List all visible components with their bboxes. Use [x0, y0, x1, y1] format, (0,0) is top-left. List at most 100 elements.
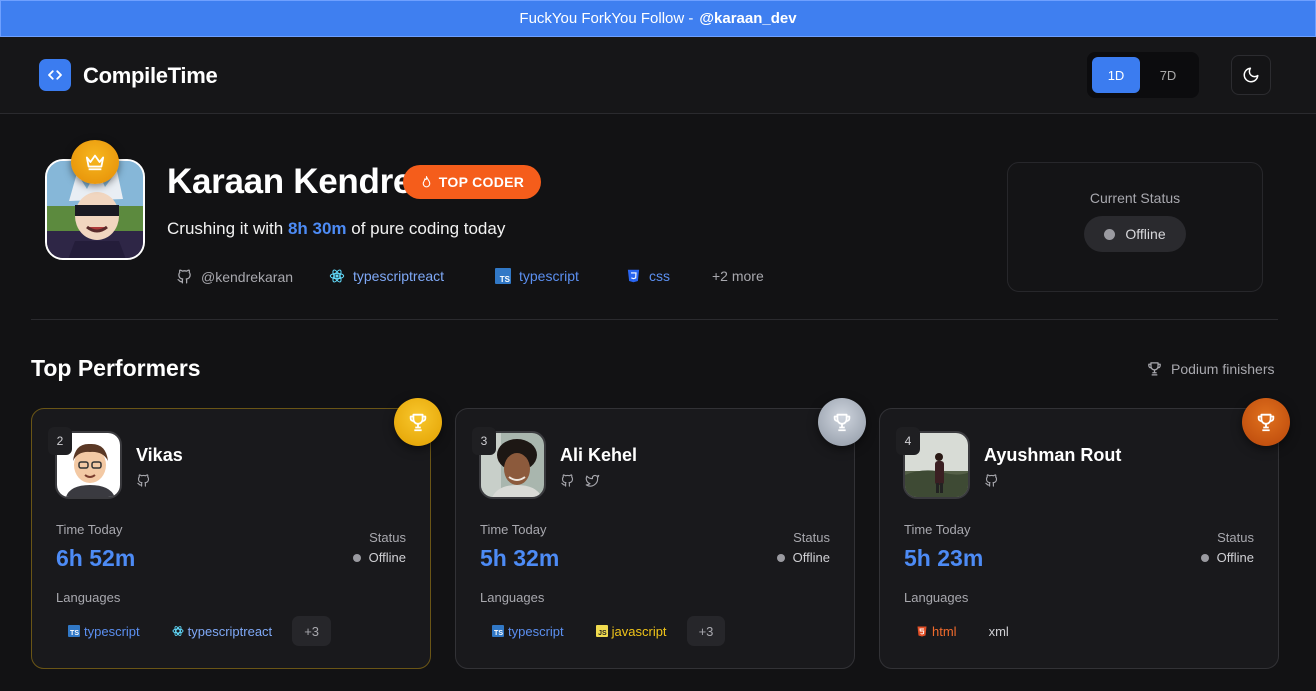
more-languages-chip[interactable]: +3 [686, 616, 726, 646]
tagline-time: 8h 30m [287, 219, 347, 238]
typescript-icon: TS [492, 625, 504, 637]
theme-toggle-button[interactable] [1231, 55, 1271, 95]
status-value: Offline [352, 550, 406, 565]
status-dot [1200, 553, 1209, 562]
languages-list: TS typescript typescriptreact +3 [56, 616, 332, 646]
lang-label: typescriptreact [353, 268, 445, 284]
react-icon [172, 626, 184, 636]
performer-card-ali-kehel[interactable]: 3 Ali Kehel Time Today 5h 32m Status Off… [455, 398, 866, 669]
lang-chip: TS typescript [56, 616, 152, 646]
github-icon [137, 474, 150, 487]
status-dot [1104, 228, 1116, 240]
github-handle: @kendrekaran [201, 268, 294, 285]
lang-label: javascript [611, 623, 667, 639]
status-value: Offline [776, 550, 830, 565]
more-languages-chip[interactable]: +3 [292, 616, 332, 646]
performer-card-vikas[interactable]: 2 Vikas Time Today 6h 52m Status Offline… [31, 398, 442, 669]
languages-list: TS typescript JS javascript +3 [480, 616, 726, 646]
divider [31, 319, 1278, 320]
typescript-icon: TS [68, 625, 80, 637]
languages-label: Languages [480, 590, 545, 605]
lang-chip: TS typescript [480, 616, 576, 646]
performer-name: Vikas [136, 445, 183, 465]
status-value: Offline [1200, 550, 1254, 565]
status-dot [352, 553, 361, 562]
status-text: Offline [1216, 550, 1254, 565]
tagline-suffix: of pure coding today [351, 219, 506, 238]
trophy-icon [818, 398, 866, 446]
lang-label: typescript [84, 623, 140, 639]
more-languages-label: +2 more [712, 268, 764, 284]
lang-label: typescript [519, 268, 579, 284]
lang-typescriptreact: typescriptreact [329, 268, 444, 284]
status-label: Status [1217, 530, 1254, 545]
performer-card-ayushman-rout[interactable]: 4 Ayushman Rout Time Today 5h 23m Status… [879, 398, 1290, 669]
time-value: 5h 32m [480, 545, 560, 571]
lang-label: typescriptreact [187, 623, 273, 639]
range-7d-button[interactable]: 7D [1144, 57, 1192, 93]
languages-label: Languages [56, 590, 121, 605]
banner-text: FuckYou ForkYou Follow - [519, 10, 694, 27]
top-banner: FuckYou ForkYou Follow - @karaan_dev [0, 0, 1316, 37]
languages-label: Languages [904, 590, 969, 605]
crown-icon [71, 140, 119, 184]
github-icon [561, 474, 574, 487]
top-coder-label: TOP CODER [438, 174, 525, 190]
podium-text: Podium finishers [1171, 360, 1275, 377]
status-label: Status [793, 530, 830, 545]
github-icon [985, 474, 998, 487]
trophy-icon [1242, 398, 1290, 446]
css-icon [627, 269, 640, 283]
github-link[interactable]: @kendrekaran [176, 268, 293, 285]
rank-badge: 4 [896, 427, 920, 455]
lang-typescript: TS typescript [495, 268, 579, 284]
banner-handle-link[interactable]: @karaan_dev [699, 10, 796, 27]
flame-icon [422, 176, 431, 188]
status-text: Offline [792, 550, 830, 565]
typescript-icon: TS [495, 268, 511, 284]
social-icons [984, 473, 999, 488]
time-label: Time Today [480, 522, 547, 537]
lang-chip: xml [977, 616, 1021, 646]
lang-label: css [649, 268, 670, 284]
moon-icon [1243, 67, 1259, 83]
twitter-icon [585, 474, 600, 487]
social-icons [560, 473, 600, 488]
react-icon [329, 269, 345, 283]
code-icon [39, 59, 71, 91]
more-languages[interactable]: +2 more [712, 268, 764, 284]
range-1d-button[interactable]: 1D [1092, 57, 1140, 93]
html-icon [917, 626, 927, 636]
tagline-prefix: Crushing it with [167, 219, 284, 238]
rank-badge: 3 [472, 427, 496, 455]
status-text: Offline [368, 550, 406, 565]
time-value: 6h 52m [56, 545, 136, 571]
rank-badge: 2 [48, 427, 72, 455]
section-title: Top Performers [31, 355, 201, 381]
status-value: Offline [1125, 226, 1166, 242]
lang-label: html [932, 623, 957, 639]
current-status-card: Current Status Offline [1007, 162, 1263, 292]
github-icon [177, 269, 191, 284]
range-toggle: 1D 7D [1087, 52, 1199, 98]
status-label: Current Status [1089, 190, 1181, 206]
profile-name: Karaan Kendre [167, 162, 413, 201]
languages-list: html xml [904, 616, 1021, 646]
lang-chip: typescriptreact [160, 616, 285, 646]
lang-label: typescript [508, 623, 564, 639]
lang-label: xml [988, 623, 1009, 639]
status-pill: Offline [1084, 216, 1186, 252]
performer-name: Ayushman Rout [984, 445, 1122, 465]
time-label: Time Today [56, 522, 123, 537]
trophy-icon [1148, 362, 1161, 376]
status-label: Status [369, 530, 406, 545]
lang-chip: JS javascript [584, 616, 679, 646]
navbar: CompileTime 1D 7D [0, 37, 1316, 114]
top-coder-badge: TOP CODER [403, 165, 541, 199]
podium-label: Podium finishers [1146, 360, 1275, 377]
app-logo-text[interactable]: CompileTime [83, 63, 218, 89]
performer-name: Ali Kehel [560, 445, 638, 465]
profile-tagline: Crushing it with 8h 30m of pure coding t… [167, 219, 505, 239]
status-dot [776, 553, 785, 562]
lang-chip: html [904, 616, 969, 646]
